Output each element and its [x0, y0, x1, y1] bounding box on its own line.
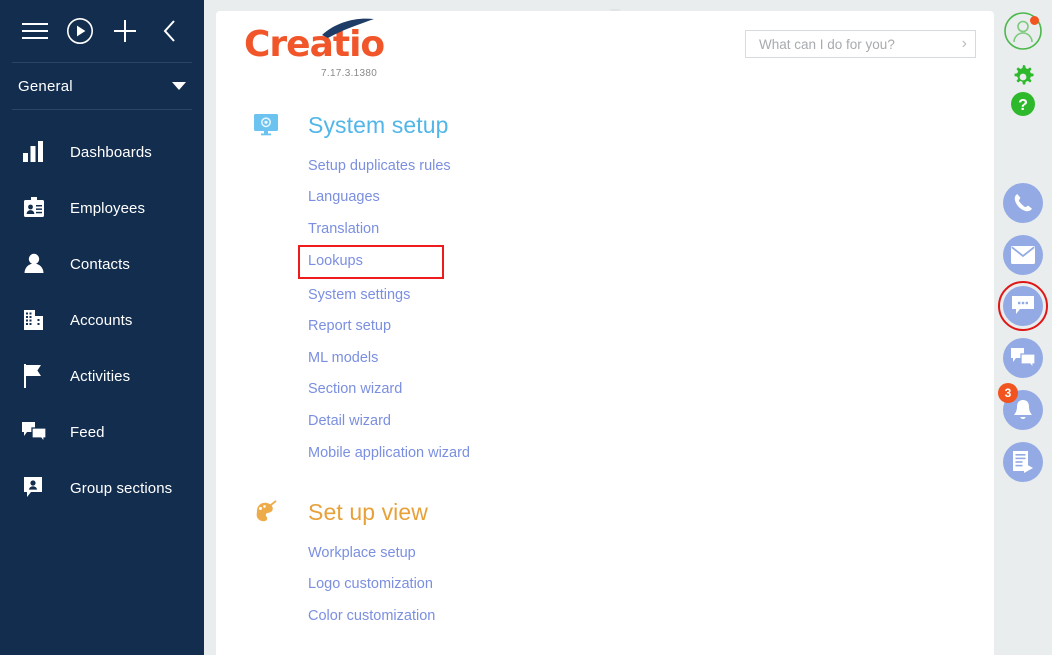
employees-icon	[18, 194, 50, 222]
system-setup-icon	[252, 111, 280, 139]
group-system-setup: System setup Setup duplicates rules Lang…	[252, 106, 470, 468]
system-designer-panel: Creatio 7.17.3.1380 ›	[216, 11, 994, 655]
search-input[interactable]	[757, 35, 956, 53]
sidebar-toolbar	[0, 0, 204, 62]
sidebar-item-group-sections[interactable]: Group sections	[0, 460, 204, 516]
accounts-icon	[18, 306, 50, 334]
link-languages[interactable]: Languages	[308, 182, 380, 214]
link-ml-models[interactable]: ML models	[308, 342, 378, 374]
link-color-customization[interactable]: Color customization	[308, 600, 435, 632]
group-title[interactable]: Set up view	[308, 500, 428, 524]
sidebar-item-contacts[interactable]: Contacts	[0, 236, 204, 292]
notifications-icon[interactable]: 3	[998, 383, 1043, 430]
sidebar-item-activities[interactable]: Activities	[0, 348, 204, 404]
sidebar-item-dashboards[interactable]: Dashboards	[0, 124, 204, 180]
sidebar-item-label: Group sections	[70, 479, 173, 497]
search-box[interactable]: ›	[745, 30, 976, 58]
group-set-up-view: Set up view Workplace setup Logo customi…	[252, 493, 435, 632]
link-lookups[interactable]: Lookups	[298, 244, 444, 279]
user-profile-icon[interactable]	[1003, 11, 1043, 51]
group-links: Workplace setup Logo customization Color…	[308, 537, 435, 632]
notifications-badge: 3	[998, 383, 1018, 403]
link-section-wizard[interactable]: Section wizard	[308, 374, 402, 406]
profile-notification-dot	[1030, 16, 1039, 25]
feed-icon[interactable]	[1003, 338, 1043, 378]
workplace-selector[interactable]: General	[0, 63, 204, 109]
sidebar-item-label: Contacts	[70, 255, 130, 273]
email-icon[interactable]	[1003, 235, 1043, 275]
dashboards-icon	[18, 138, 50, 166]
activities-icon	[18, 362, 50, 390]
link-workplace-setup[interactable]: Workplace setup	[308, 537, 416, 569]
set-up-view-icon	[252, 498, 280, 526]
link-report-setup[interactable]: Report setup	[308, 310, 391, 342]
run-process-icon[interactable]	[63, 14, 97, 48]
content-area: Creatio 7.17.3.1380 ›	[204, 0, 1052, 655]
link-mobile-application-wizard[interactable]: Mobile application wizard	[308, 437, 470, 469]
svg-text:?: ?	[1018, 97, 1028, 114]
version-label: 7.17.3.1380	[321, 68, 378, 79]
workplace-label: General	[18, 77, 73, 95]
help-icon[interactable]: ?	[1003, 84, 1043, 124]
sidebar-item-label: Dashboards	[70, 143, 152, 161]
group-title[interactable]: System setup	[308, 113, 449, 137]
panel-top-strip	[204, 0, 994, 11]
sidebar-item-label: Feed	[70, 423, 105, 441]
sidebar-item-label: Activities	[70, 367, 131, 385]
link-detail-wizard[interactable]: Detail wizard	[308, 405, 391, 437]
sidebar-item-feed[interactable]: Feed	[0, 404, 204, 460]
link-translation[interactable]: Translation	[308, 213, 379, 245]
chat-icon-highlight	[998, 281, 1048, 331]
process-log-icon[interactable]	[1003, 442, 1043, 482]
link-setup-duplicates-rules[interactable]: Setup duplicates rules	[308, 150, 451, 182]
chevron-down-icon	[172, 82, 186, 90]
chevron-right-icon[interactable]: ›	[956, 36, 967, 52]
logo-swoosh-icon	[320, 18, 376, 45]
add-icon[interactable]	[108, 14, 142, 48]
group-sections-icon	[18, 474, 50, 502]
sidebar-item-accounts[interactable]: Accounts	[0, 292, 204, 348]
collapse-icon[interactable]	[153, 14, 187, 48]
group-header: Set up view	[252, 493, 435, 531]
left-sidebar: General Dashboards Employees Contacts Ac…	[0, 0, 204, 655]
contacts-icon	[18, 250, 50, 278]
link-logo-customization[interactable]: Logo customization	[308, 569, 433, 601]
group-links: Setup duplicates rules Languages Transla…	[298, 150, 470, 469]
creatio-logo: Creatio 7.17.3.1380	[244, 18, 385, 79]
sidebar-item-employees[interactable]: Employees	[0, 180, 204, 236]
group-header: System setup	[252, 106, 470, 144]
creatio-system-designer-page: General Dashboards Employees Contacts Ac…	[0, 0, 1052, 655]
feed-icon	[18, 418, 50, 446]
right-rail: ? 3	[994, 0, 1052, 655]
link-system-settings[interactable]: System settings	[308, 279, 410, 311]
phone-icon[interactable]	[1003, 183, 1043, 223]
sidebar-nav: Dashboards Employees Contacts Accounts A…	[0, 110, 204, 516]
sidebar-item-label: Employees	[70, 199, 146, 217]
menu-icon[interactable]	[18, 14, 52, 48]
sidebar-item-label: Accounts	[70, 311, 133, 329]
